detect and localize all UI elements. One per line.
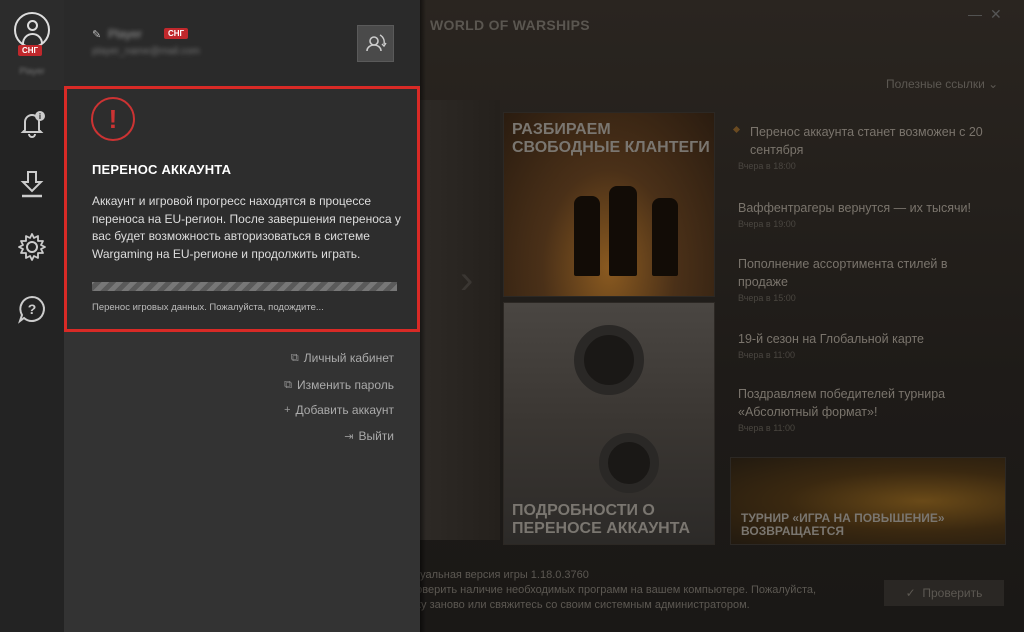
add-account-link[interactable]: + Добавить аккаунт [284, 403, 394, 417]
close-icon[interactable]: ✕ [990, 6, 1002, 23]
soldier-silhouette [609, 186, 637, 276]
edit-name-icon[interactable]: ✎ [92, 28, 101, 41]
transfer-alert: ! ПЕРЕНОС АККАУНТА Аккаунт и игровой про… [64, 86, 420, 332]
avatar-name: Player [19, 66, 45, 76]
news-item[interactable]: Перенос аккаунта станет возможен с 20 се… [732, 123, 988, 171]
news-card-transfer[interactable]: ПОДРОБНОСТИ О ПЕРЕНОСЕ АККАУНТА [503, 302, 715, 545]
news-card-tournament[interactable]: ТУРНИР «ИГРА НА ПОВЫШЕНИЕ» ВОЗВРАЩАЕТСЯ [730, 457, 1006, 545]
check-button-label: Проверить [922, 586, 983, 600]
logout-label: Выйти [358, 429, 394, 443]
account-name: Player [108, 27, 143, 41]
news-item[interactable]: 19-й сезон на Глобальной карте Вчера в 1… [738, 330, 988, 360]
soldier-silhouette [652, 198, 678, 276]
news-item[interactable]: Ваффентрагеры вернутся — их тысячи! Вчер… [738, 199, 988, 229]
sidebar: СНГ Player i ? [0, 0, 64, 632]
warning-icon: ! [91, 97, 135, 141]
external-link-icon: ⧉ [284, 378, 293, 391]
region-badge: СНГ [164, 28, 189, 39]
soldier-silhouette [574, 196, 600, 276]
account-email: player_name@mail.com [92, 46, 200, 57]
news-date: Вчера в 19:00 [738, 219, 796, 229]
app-window: { "background": { "app_title": "WORLD OF… [0, 0, 1024, 632]
panel-shadow [420, 0, 426, 632]
news-title: Поздравляем победителей турнира «Абсолют… [738, 387, 946, 419]
chevron-down-icon: ⌄ [988, 77, 999, 91]
progress-text: Перенос игровых данных. Пожалуйста, подо… [92, 302, 324, 313]
personal-cabinet-label: Личный кабинет [303, 351, 394, 365]
alert-title: ПЕРЕНОС АККАУНТА [92, 162, 232, 177]
avatar-body [22, 33, 43, 44]
avatar-head [27, 20, 38, 31]
account-button[interactable]: СНГ Player [0, 0, 64, 90]
news-card-clantags[interactable]: РАЗБИРАЕМ СВОБОДНЫЕ КЛАНТЕГИ [503, 112, 715, 297]
change-password-label: Изменить пароль [297, 378, 394, 392]
news-date: Вчера в 11:00 [738, 423, 796, 433]
logout-icon: ⇥ [344, 430, 354, 443]
help-icon[interactable]: ? [16, 293, 48, 325]
bell-icon[interactable]: i [16, 108, 48, 140]
news-title: Ваффентрагеры вернутся — их тысячи! [738, 201, 971, 215]
useful-links-dropdown[interactable]: Полезные ссылки ⌄ [886, 77, 998, 91]
useful-links-label: Полезные ссылки [886, 77, 985, 91]
alert-body: Аккаунт и игровой прогресс находятся в п… [92, 194, 401, 261]
news-item[interactable]: Поздравляем победителей турнира «Абсолют… [738, 385, 988, 433]
status-line: роверить наличие необходимых программ на… [410, 584, 817, 596]
personal-cabinet-link[interactable]: ⧉ Личный кабинет [291, 351, 394, 365]
switch-account-button[interactable] [357, 25, 394, 62]
account-panel: ✎ Player СНГ player_name@mail.com ! ПЕРЕ… [64, 0, 420, 632]
svg-text:?: ? [28, 301, 37, 317]
loudspeaker-image [574, 325, 644, 395]
news-title: Пополнение ассортимента стилей в продаже [738, 257, 948, 289]
carousel-next-icon[interactable]: › [460, 258, 473, 303]
add-account-label: Добавить аккаунт [295, 403, 394, 417]
download-icon[interactable] [16, 168, 48, 200]
card-title: РАЗБИРАЕМ СВОБОДНЫЕ КЛАНТЕГИ [512, 121, 710, 156]
status-line: рку заново или свяжитесь со своим систем… [410, 599, 750, 611]
news-title: Перенос аккаунта станет возможен с 20 се… [750, 125, 983, 157]
transfer-progress-bar [92, 282, 397, 291]
card-title: ТУРНИР «ИГРА НА ПОВЫШЕНИЕ» ВОЗВРАЩАЕТСЯ [741, 511, 945, 538]
news-title: 19-й сезон на Глобальной карте [738, 332, 924, 346]
gear-icon[interactable] [16, 231, 48, 263]
check-icon: ✓ [905, 586, 916, 600]
loudspeaker-image [599, 433, 659, 493]
background-banner [420, 100, 500, 540]
plus-icon: + [284, 404, 291, 416]
account-header: ✎ Player СНГ player_name@mail.com [64, 0, 420, 86]
avatar [14, 12, 50, 48]
news-date: Вчера в 18:00 [738, 161, 796, 171]
card-title: ПОДРОБНОСТИ О ПЕРЕНОСЕ АККАУНТА [512, 502, 691, 537]
change-password-link[interactable]: ⧉ Изменить пароль [284, 378, 394, 392]
swap-account-icon [366, 34, 387, 52]
svg-text:i: i [39, 112, 41, 121]
external-link-icon: ⧉ [290, 351, 299, 364]
news-item[interactable]: Пополнение ассортимента стилей в продаже… [738, 255, 988, 303]
minimize-icon[interactable]: — [968, 6, 982, 22]
app-title: WORLD OF WARSHIPS [430, 17, 590, 33]
status-message: ктуальная версия игры 1.18.0.3760 ровери… [410, 568, 816, 613]
check-button[interactable]: ✓ Проверить [884, 580, 1004, 606]
news-date: Вчера в 15:00 [738, 293, 796, 303]
logout-link[interactable]: ⇥ Выйти [344, 429, 394, 443]
news-date: Вчера в 11:00 [738, 350, 796, 360]
status-line: ктуальная версия игры 1.18.0.3760 [410, 569, 589, 581]
region-badge: СНГ [18, 45, 43, 56]
